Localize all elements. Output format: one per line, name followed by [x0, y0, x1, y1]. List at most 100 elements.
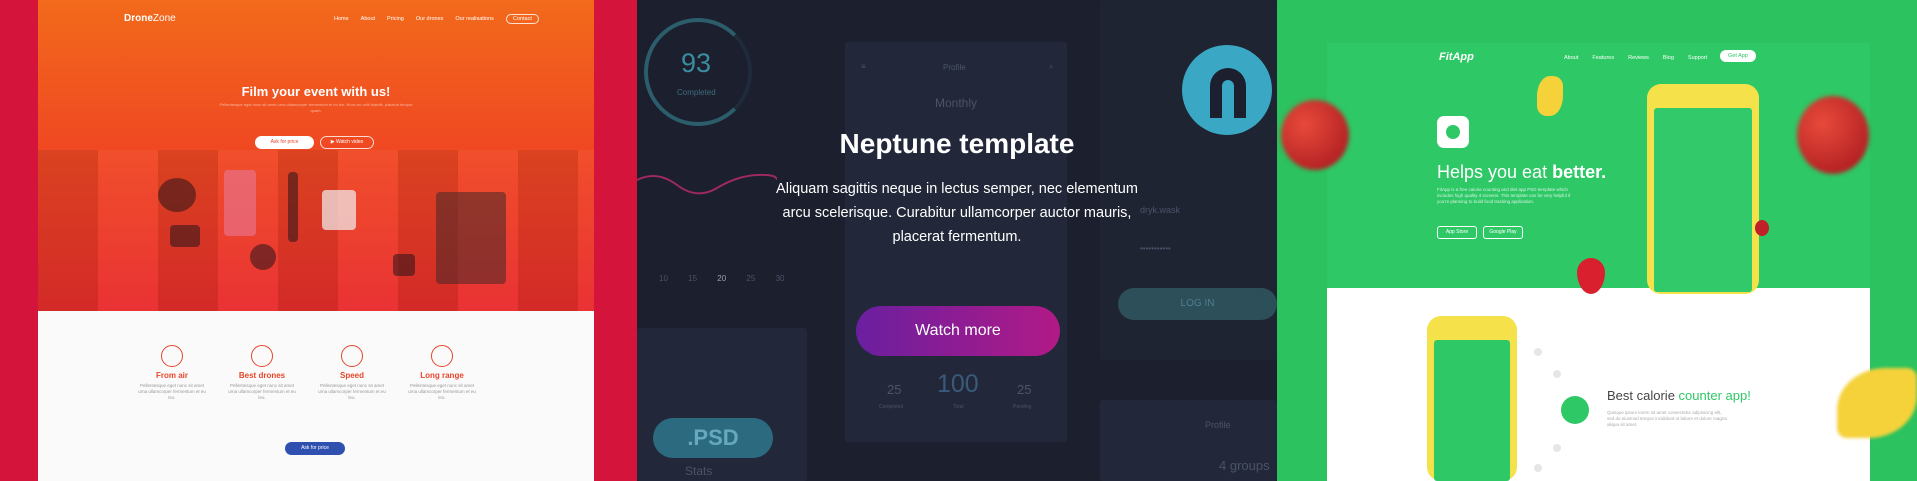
neptune-description: Aliquam sagittis neque in lectus semper,… — [776, 181, 1138, 245]
stat-mid-value: 100 — [937, 370, 979, 398]
nav-home[interactable]: Home — [334, 16, 349, 24]
feature-desc: Pellentesque eget nunc sit amet urna ull… — [408, 383, 476, 400]
get-app-button[interactable]: Get App — [1720, 50, 1756, 62]
feature-speed: Speed Pellentesque eget nunc sit amet ur… — [317, 345, 387, 401]
bottom-title-green: counter app! — [1678, 388, 1751, 403]
hero-subtitle: Pellentesque eget nunc sit amet urna ull… — [219, 102, 413, 113]
dronezone-site: DroneZone Home About Pricing Our drones … — [38, 0, 594, 481]
nav-about[interactable]: About — [361, 16, 375, 24]
nav-features[interactable]: Features — [1592, 55, 1614, 61]
app-store-button[interactable]: App Store — [1437, 226, 1477, 239]
hero-description: FitApp is a free calorie counting and di… — [1437, 187, 1571, 204]
search-icon[interactable]: ⌕ — [1049, 62, 1053, 72]
timeline-dot — [1553, 444, 1561, 452]
wave-line — [637, 173, 777, 195]
line-chart-wave — [637, 173, 777, 195]
fitapp-logo[interactable]: FitApp — [1439, 51, 1474, 63]
watch-video-label: Watch video — [335, 139, 364, 145]
chart-icon — [1561, 396, 1589, 424]
feature-title: Best drones — [238, 371, 286, 380]
backpack-image — [436, 192, 506, 284]
speed-icon — [341, 345, 363, 367]
dronezone-panel: DroneZone Home About Pricing Our drones … — [0, 0, 637, 481]
dronezone-logo[interactable]: DroneZone — [124, 13, 176, 24]
features-section — [38, 311, 594, 481]
bottom-title: Best calorie counter app! — [1607, 388, 1751, 403]
bottom-description: Quisque ipsum lorem sit amet consectetur… — [1607, 410, 1727, 427]
menu-icon[interactable]: ≡ — [861, 62, 866, 71]
watch-video-button[interactable]: ▶ Watch video — [320, 136, 374, 149]
stats-label: Stats — [685, 464, 713, 478]
timeline-dot — [1534, 464, 1542, 472]
headline-light: Helps you eat — [1437, 162, 1553, 182]
neptune-logo-letter — [1210, 68, 1246, 118]
nav-our-realisations[interactable]: Our realisations — [455, 16, 494, 24]
logo-light: Zone — [152, 13, 176, 24]
camera-image — [170, 225, 200, 247]
ring-value: 93 — [681, 48, 712, 78]
hero-phone-screen — [1654, 108, 1752, 292]
nav-blog[interactable]: Blog — [1663, 55, 1674, 61]
feature-best-drones: Best drones Pellentesque eget nunc sit a… — [227, 345, 297, 401]
profile-title: Profile — [943, 63, 966, 72]
stat-left-value: 25 — [887, 382, 902, 397]
ask-for-price-button[interactable]: Ask for price — [255, 136, 314, 149]
nav-about[interactable]: About — [1564, 55, 1578, 61]
groups-label: 4 groups — [1219, 458, 1270, 473]
axis-ticks: 10 15 20 25 30 — [659, 274, 784, 283]
nav-contact-button[interactable]: Contact — [505, 14, 539, 24]
stat-right-label: Pending — [1013, 404, 1032, 410]
bottom-phone-screen — [1434, 340, 1510, 481]
stat-mid-label: Total — [953, 404, 964, 410]
accessory-image — [393, 254, 415, 276]
feature-desc: Pellentesque eget nunc sit amet urna ull… — [228, 383, 296, 400]
feature-desc: Pellentesque eget nunc sit amet urna ull… — [318, 383, 386, 400]
drone-icon — [161, 345, 183, 367]
hero-title: Film your event with us! — [241, 84, 391, 99]
tick: 20 — [717, 274, 727, 283]
feature-from-air: From air Pellentesque eget nunc sit amet… — [137, 345, 207, 401]
apple-glyph — [1446, 125, 1460, 139]
stats-card — [637, 328, 807, 481]
lens-image — [250, 244, 276, 270]
tick: 25 — [746, 274, 756, 283]
neptune-panel: 93 Completed 10 15 20 25 30 Profile ⌕ ≡ … — [637, 0, 1277, 481]
controller-image — [322, 190, 356, 230]
apple-app-icon — [1437, 116, 1469, 148]
feature-title: From air — [155, 371, 188, 380]
ask-for-price-bottom-button[interactable]: Ask for price — [285, 442, 345, 455]
feature-title: Speed — [339, 371, 364, 380]
headphones-image — [158, 178, 196, 212]
gimbal-image — [288, 172, 298, 242]
showcase-collage: DroneZone Home About Pricing Our drones … — [0, 0, 1917, 481]
dronezone-nav: Home About Pricing Our drones Our realis… — [334, 14, 539, 24]
stat-right-value: 25 — [1017, 382, 1032, 397]
desk-background — [38, 150, 594, 311]
monthly-label: Monthly — [935, 96, 978, 110]
nav-pricing[interactable]: Pricing — [387, 16, 404, 24]
nav-reviews[interactable]: Reviews — [1628, 55, 1649, 61]
profile-title-2: Profile — [1205, 420, 1231, 430]
tick: 30 — [775, 274, 785, 283]
stat-left-label: Completed — [879, 404, 904, 410]
fitapp-panel: FitApp About Features Reviews Blog Suppo… — [1277, 0, 1917, 481]
apple-image-right — [1797, 96, 1869, 174]
nav-our-drones[interactable]: Our drones — [416, 16, 444, 24]
watch-more-button[interactable]: Watch more — [856, 306, 1060, 356]
cherry-image — [1755, 220, 1769, 236]
banana-image — [1537, 76, 1563, 116]
tablet-image — [224, 170, 256, 236]
login-button[interactable]: LOG IN — [1118, 288, 1277, 320]
quadcopter-icon — [251, 345, 273, 367]
nav-support[interactable]: Support — [1688, 55, 1707, 61]
headline-bold: better. — [1552, 162, 1607, 182]
psd-badge: .PSD — [653, 418, 773, 458]
google-play-button[interactable]: Google Play — [1483, 226, 1523, 239]
feature-long-range: Long range Pellentesque eget nunc sit am… — [407, 345, 477, 401]
tick: 15 — [688, 274, 698, 283]
logo-bold: Drone — [124, 13, 153, 24]
ring-label: Completed — [677, 88, 716, 97]
robot-icon — [431, 345, 453, 367]
feature-title: Long range — [420, 371, 464, 380]
fitapp-nav: About Features Reviews Blog Support — [1564, 55, 1707, 61]
